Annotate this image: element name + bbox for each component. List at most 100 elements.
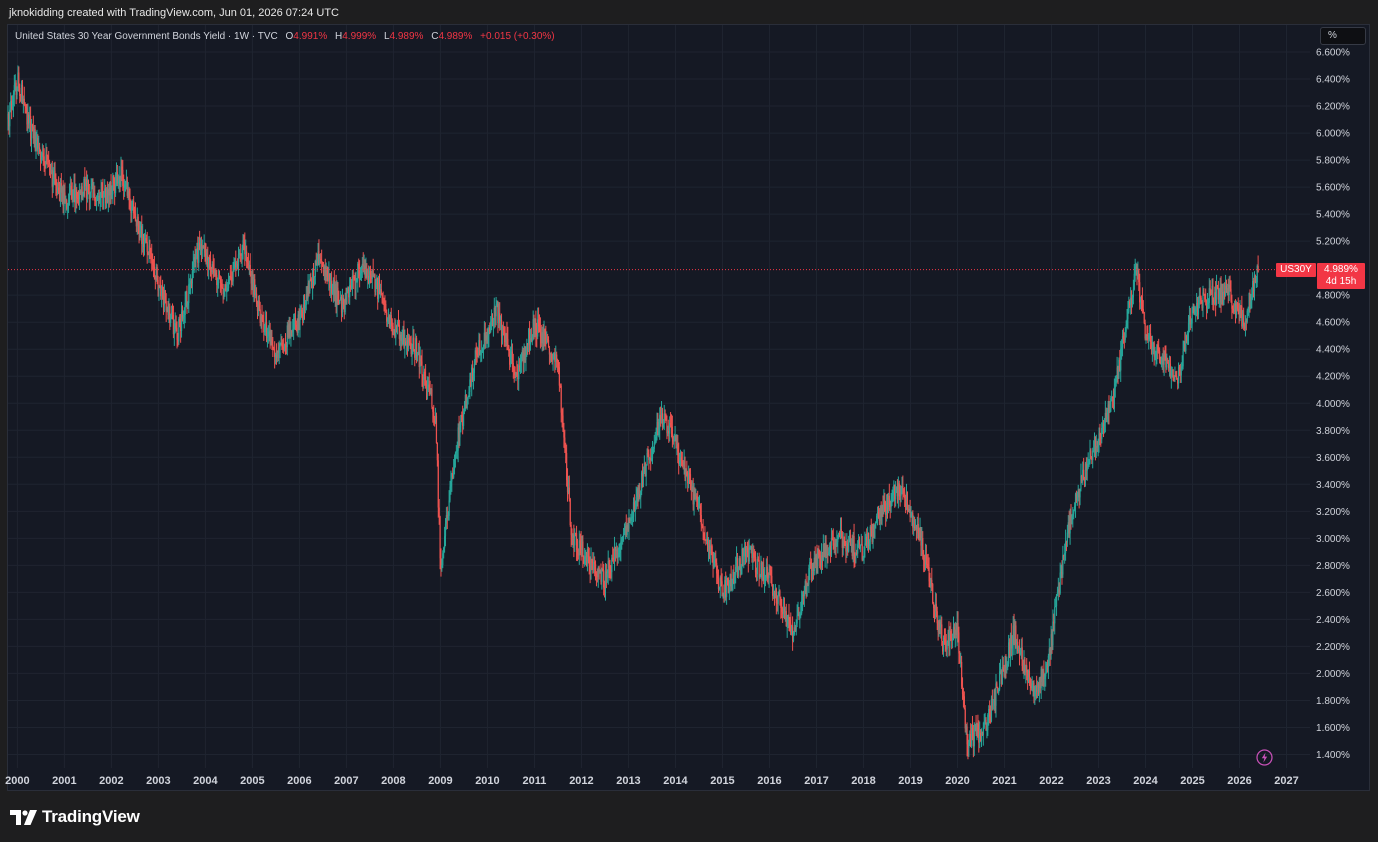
candle-body [1257,265,1259,273]
y-tick-label: 1.400% [1316,750,1350,761]
chart-canvas[interactable]: 1.400% 1.600% 1.800% 2.000% 2.200% 2.400% 2.60… [0,0,1378,842]
candle-body [771,575,773,585]
candle-body [438,507,440,517]
symbol-price-tag: US30Y [1276,263,1316,277]
x-tick-label: 2011 [523,775,547,787]
y-tick-label: 3.000% [1316,534,1350,545]
y-tick-label: 3.400% [1316,480,1350,491]
x-tick-label: 2006 [287,775,311,787]
x-tick-label: 2010 [475,775,499,787]
y-tick-label: 5.800% [1316,156,1350,167]
legend-high-value: 4.999% [342,31,377,42]
y-tick-label: 6.200% [1316,102,1350,113]
x-tick-label: 2008 [381,775,405,787]
candle-body [1028,670,1031,678]
y-axis: 1.400% 1.600% 1.800% 2.000% 2.200% 2.400% 2.60… [1316,48,1350,761]
x-tick-label: 2003 [146,775,170,787]
candle-body [568,487,570,499]
y-tick-label: 6.000% [1316,129,1350,140]
legend-symbol: United States 30 Year Government Bonds Y… [15,31,278,42]
candle-body [421,361,423,375]
y-tick-label: 3.800% [1316,426,1350,437]
legend-low-value: 4.989% [389,31,424,42]
candle-body [473,363,476,373]
legend-close-value: 4.989% [438,31,473,42]
candle-body [507,338,509,346]
x-tick-label: 2015 [710,775,734,787]
brand-name: TradingView [42,807,140,826]
legend-open-value: 4.991% [293,31,328,42]
tradingview-logo-icon [10,809,37,825]
candle-body [431,389,433,408]
x-tick-label: 2007 [334,775,358,787]
x-tick-label: 2017 [804,775,828,787]
y-tick-label: 5.600% [1316,183,1350,194]
candle-body [645,465,647,477]
y-tick-label: 4.800% [1316,291,1350,302]
y-tick-label: 3.600% [1316,453,1350,464]
candle-body [1203,292,1205,294]
candle-body [932,584,934,604]
candle-body [848,542,850,552]
candle-body [569,498,571,526]
candle-body [43,156,45,162]
y-tick-label: 4.600% [1316,318,1350,329]
lightning-bolt-icon[interactable] [1256,749,1273,766]
x-tick-label: 2023 [1086,775,1110,787]
x-tick-label: 2026 [1227,775,1251,787]
candle-body [748,548,750,562]
candle-body [48,162,51,165]
y-tick-label: 1.600% [1316,723,1350,734]
x-tick-label: 2018 [851,775,875,787]
x-tick-label: 2013 [616,775,640,787]
y-tick-label: 6.400% [1316,75,1350,86]
candle-body [634,509,636,512]
x-tick-label: 2020 [945,775,969,787]
candle-body [582,541,584,557]
candle-body [375,288,377,292]
y-tick-label: 5.400% [1316,210,1350,221]
candle-body [1132,289,1134,298]
footer-brand[interactable]: TradingView [10,807,140,827]
chart-legend: United States 30 Year Government Bonds Y… [15,31,555,42]
x-tick-label: 2024 [1133,775,1158,787]
x-tick-label: 2009 [428,775,452,787]
candle-body [1182,350,1184,367]
x-tick-label: 2001 [52,775,76,787]
legend-change: +0.015 (+0.30%) [480,31,555,42]
x-tick-label: 2025 [1180,775,1204,787]
candle-body [146,241,148,252]
x-tick-label: 2021 [992,775,1016,787]
unit-toggle-button[interactable]: % [1320,27,1366,45]
y-tick-label: 6.600% [1316,48,1350,59]
candle-body [1054,606,1056,624]
candle-body [448,500,450,516]
y-tick-label: 2.000% [1316,669,1350,680]
candle-body [556,354,558,360]
candle-body [902,486,904,489]
candle-body [702,525,704,533]
y-tick-label: 2.200% [1316,642,1350,653]
bar-countdown: 4d 15h [1325,276,1357,287]
y-tick-label: 4.000% [1316,399,1350,410]
candle-body [796,615,798,624]
candle-body [1200,297,1202,301]
y-tick-label: 2.400% [1316,615,1350,626]
candle-body [806,584,808,597]
y-tick-label: 2.600% [1316,588,1350,599]
candle-body [941,624,943,642]
x-tick-label: 2019 [898,775,922,787]
candle-body [435,415,438,443]
y-tick-label: 1.800% [1316,696,1350,707]
candle-body [209,258,212,268]
candle-body [1026,665,1028,670]
candle-body [558,367,560,386]
y-tick-label: 4.400% [1316,345,1350,356]
x-tick-label: 2000 [5,775,29,787]
last-price-value: 4.989% [1324,264,1358,275]
x-tick-label: 2022 [1039,775,1063,787]
x-axis: 2000 2001 2002 2003 2004 2005 2006 2007 2008 2009… [5,775,1299,787]
x-tick-label: 2005 [240,775,264,787]
candle-body [700,514,702,525]
last-price-tag: 4.989% 4d 15h [1317,263,1365,289]
